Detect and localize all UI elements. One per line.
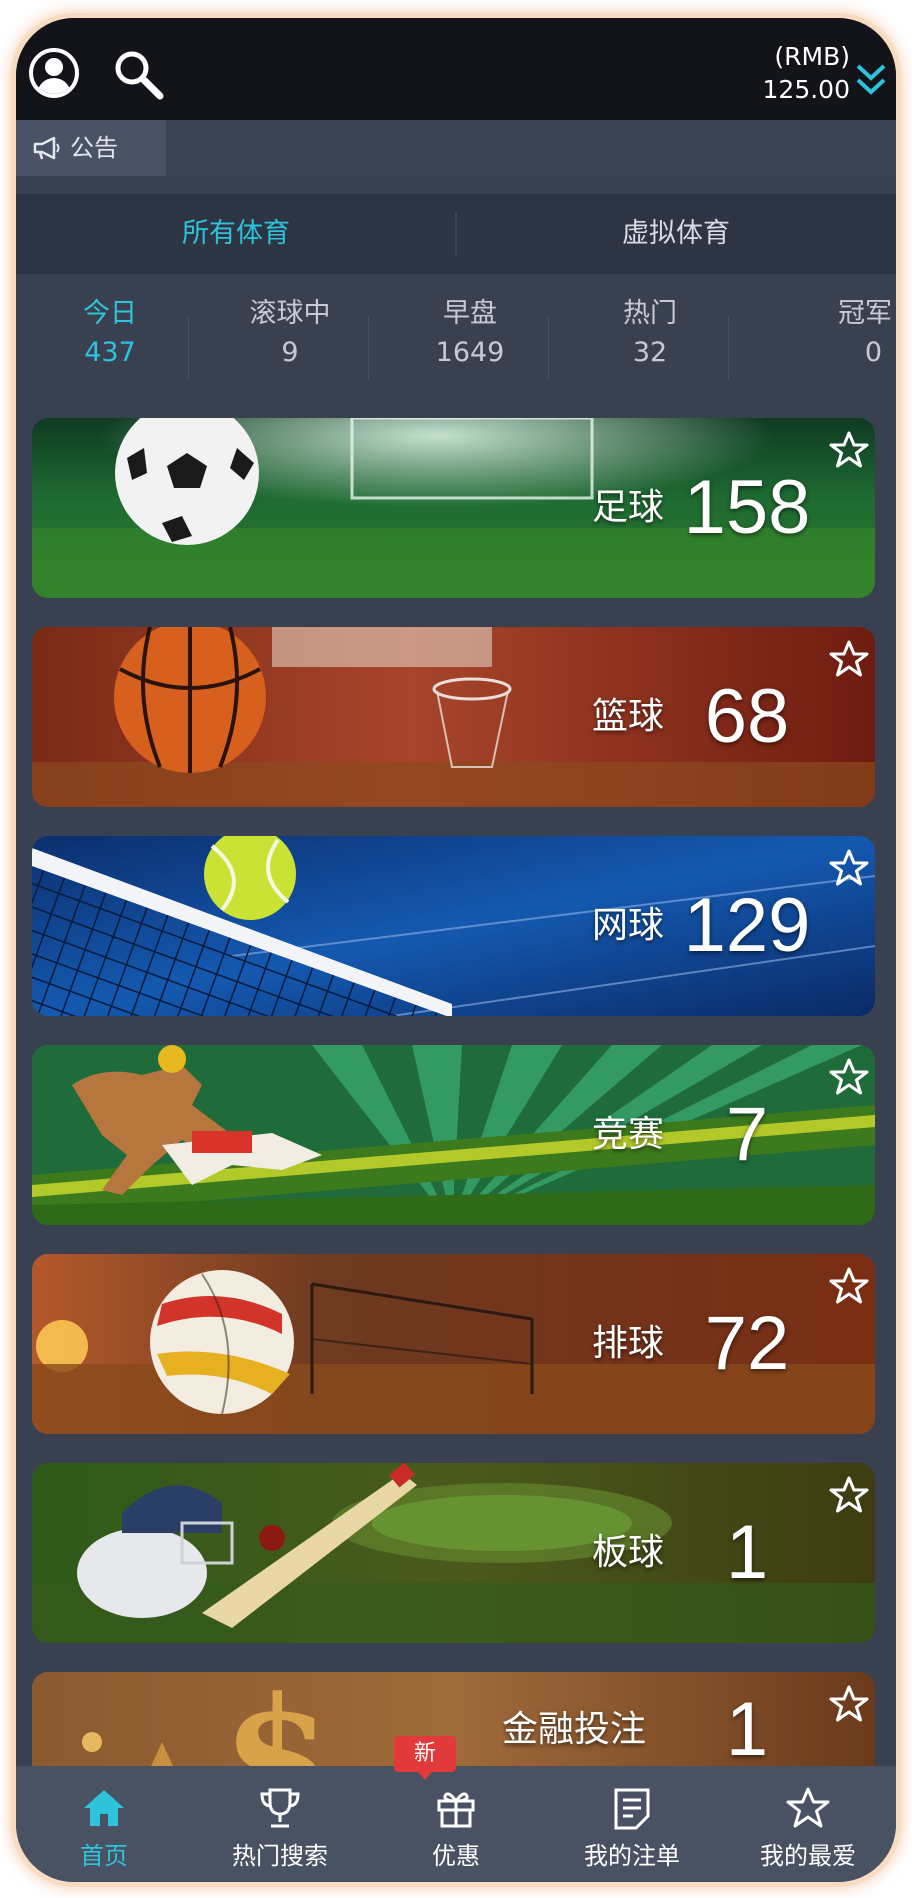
market-tabs: 今日 437 滚球中 9 早盘 1649 热门 32 冠军 0 [16,294,896,394]
search-icon[interactable] [112,48,166,102]
balance-amount: 125.00 [762,75,850,104]
tab-all-sports[interactable]: 所有体育 [16,194,456,274]
top-bar: (RMB) 125.00 [16,18,896,120]
sport-card-volleyball[interactable]: 排球 72 [32,1254,875,1434]
favorite-star-icon[interactable] [829,639,869,679]
sport-name: 竞赛 [592,1114,665,1155]
market-tab-count: 32 [632,337,668,368]
favorite-star-icon[interactable] [829,848,869,888]
nav-label: 首页 [80,1842,128,1870]
nav-label: 我的注单 [584,1842,680,1870]
market-tab-live[interactable]: 滚球中 9 [210,294,370,372]
sport-name: 网球 [592,905,665,946]
wallet-balance[interactable]: (RMB) 125.00 [763,40,850,106]
home-icon [84,1790,124,1826]
sport-card-tennis[interactable]: 网球 129 [32,836,875,1016]
nav-label: 我的最爱 [760,1842,856,1870]
notice-bar: 公告 [16,120,896,176]
market-tab-label: 今日 [83,298,137,329]
nav-promotions[interactable]: 优惠 [368,1766,544,1882]
sport-event-count: 158 [683,465,811,550]
sport-card-basketball[interactable]: 篮球 68 [32,627,875,807]
currency-label: (RMB) [774,42,850,71]
document-icon [614,1788,650,1830]
sport-card-soccer[interactable]: 足球 158 [32,418,875,598]
sport-name: 篮球 [592,696,665,737]
favorite-star-icon[interactable] [829,430,869,470]
new-badge: 新 [394,1736,456,1780]
chevron-down-icon[interactable] [854,60,888,100]
sport-card-racing[interactable]: 竞赛 7 [32,1045,875,1225]
nav-home[interactable]: 首页 [16,1766,192,1882]
market-tab-label: 冠军 [838,298,892,329]
sport-event-count: 72 [704,1301,790,1386]
market-tab-today[interactable]: 今日 437 [30,294,190,372]
megaphone-icon [33,136,60,160]
favorite-star-icon[interactable] [829,1266,869,1306]
favorite-star-icon[interactable] [829,1057,869,1097]
sport-event-count: 7 [725,1092,769,1177]
star-icon [786,1787,830,1828]
sport-card-cricket[interactable]: 板球 1 [32,1463,875,1643]
sport-event-count: 1 [725,1510,769,1595]
nav-label: 优惠 [432,1842,480,1870]
sport-name: 排球 [592,1323,665,1364]
gift-icon [437,1792,475,1828]
tab-virtual-sports[interactable]: 虚拟体育 [456,194,896,274]
favorite-star-icon[interactable] [829,1475,869,1515]
market-tab-count: 437 [84,337,136,368]
market-tab-label: 热门 [623,298,677,329]
trophy-icon [260,1788,300,1828]
nav-favorites[interactable]: 我的最爱 [720,1766,896,1882]
user-avatar-icon[interactable] [29,48,79,98]
market-tab-label: 早盘 [443,298,497,329]
market-tab-count: 1649 [435,337,505,368]
favorite-star-icon[interactable] [829,1684,869,1724]
sport-type-tabs: 所有体育 虚拟体育 [16,194,896,274]
sport-event-count: 68 [704,674,790,759]
bottom-nav: 首页 热门搜索 优惠 我的注单 我的最爱 [16,1766,896,1882]
market-tab-outright[interactable]: 冠军 0 [742,294,892,372]
market-tab-early[interactable]: 早盘 1649 [390,294,550,372]
sport-event-count: 129 [683,883,811,968]
notice-label: 公告 [70,134,118,162]
app-screen: (RMB) 125.00 公告 所有体育 虚拟体育 今日 437 滚球中 9 早… [16,18,896,1882]
sport-name: 足球 [592,487,665,528]
nav-my-bets[interactable]: 我的注单 [544,1766,720,1882]
notice-button[interactable]: 公告 [16,120,166,176]
market-tab-hot[interactable]: 热门 32 [570,294,730,372]
market-tab-count: 9 [281,337,299,368]
sport-name: 板球 [592,1532,665,1573]
nav-label: 热门搜索 [232,1842,328,1870]
market-tab-count: 0 [864,337,882,368]
market-tab-label: 滚球中 [249,298,331,329]
nav-hot-search[interactable]: 热门搜索 [192,1766,368,1882]
